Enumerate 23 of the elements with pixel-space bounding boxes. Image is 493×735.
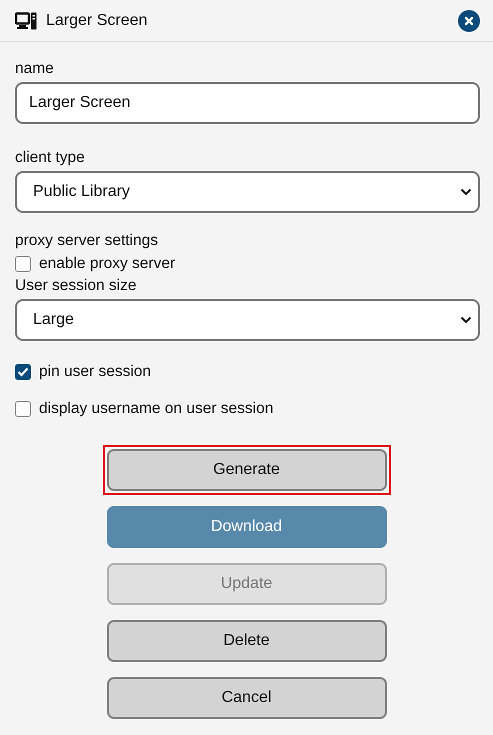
close-icon bbox=[458, 10, 480, 32]
checkbox[interactable] bbox=[15, 256, 31, 272]
dropdown[interactable]: Large bbox=[15, 299, 480, 341]
checkbox[interactable] bbox=[15, 401, 31, 417]
checkbox-label: pin user session bbox=[39, 363, 152, 381]
chevron-down-icon bbox=[460, 316, 472, 324]
dropdown[interactable]: Public Library bbox=[15, 171, 480, 213]
checkbox-label: enable proxy server bbox=[39, 255, 176, 273]
checkbox[interactable] bbox=[15, 364, 31, 380]
action-button[interactable]: Download bbox=[106, 506, 386, 548]
action-button[interactable]: Delete bbox=[106, 620, 386, 662]
checkbox-label: display username on user session bbox=[39, 400, 274, 418]
action-button[interactable]: Generate bbox=[106, 449, 386, 491]
dialog-title: Larger Screen bbox=[46, 12, 148, 30]
field-label: User session size bbox=[15, 276, 136, 296]
name-field[interactable]: Larger Screen bbox=[15, 82, 480, 124]
chevron-down-icon bbox=[460, 188, 472, 196]
section-label: proxy server settings bbox=[15, 231, 158, 251]
field-label: name bbox=[15, 59, 54, 79]
action-button[interactable]: Cancel bbox=[106, 677, 386, 719]
computer-icon bbox=[15, 12, 37, 30]
close-button[interactable] bbox=[458, 10, 480, 32]
field-label: client type bbox=[15, 148, 85, 168]
